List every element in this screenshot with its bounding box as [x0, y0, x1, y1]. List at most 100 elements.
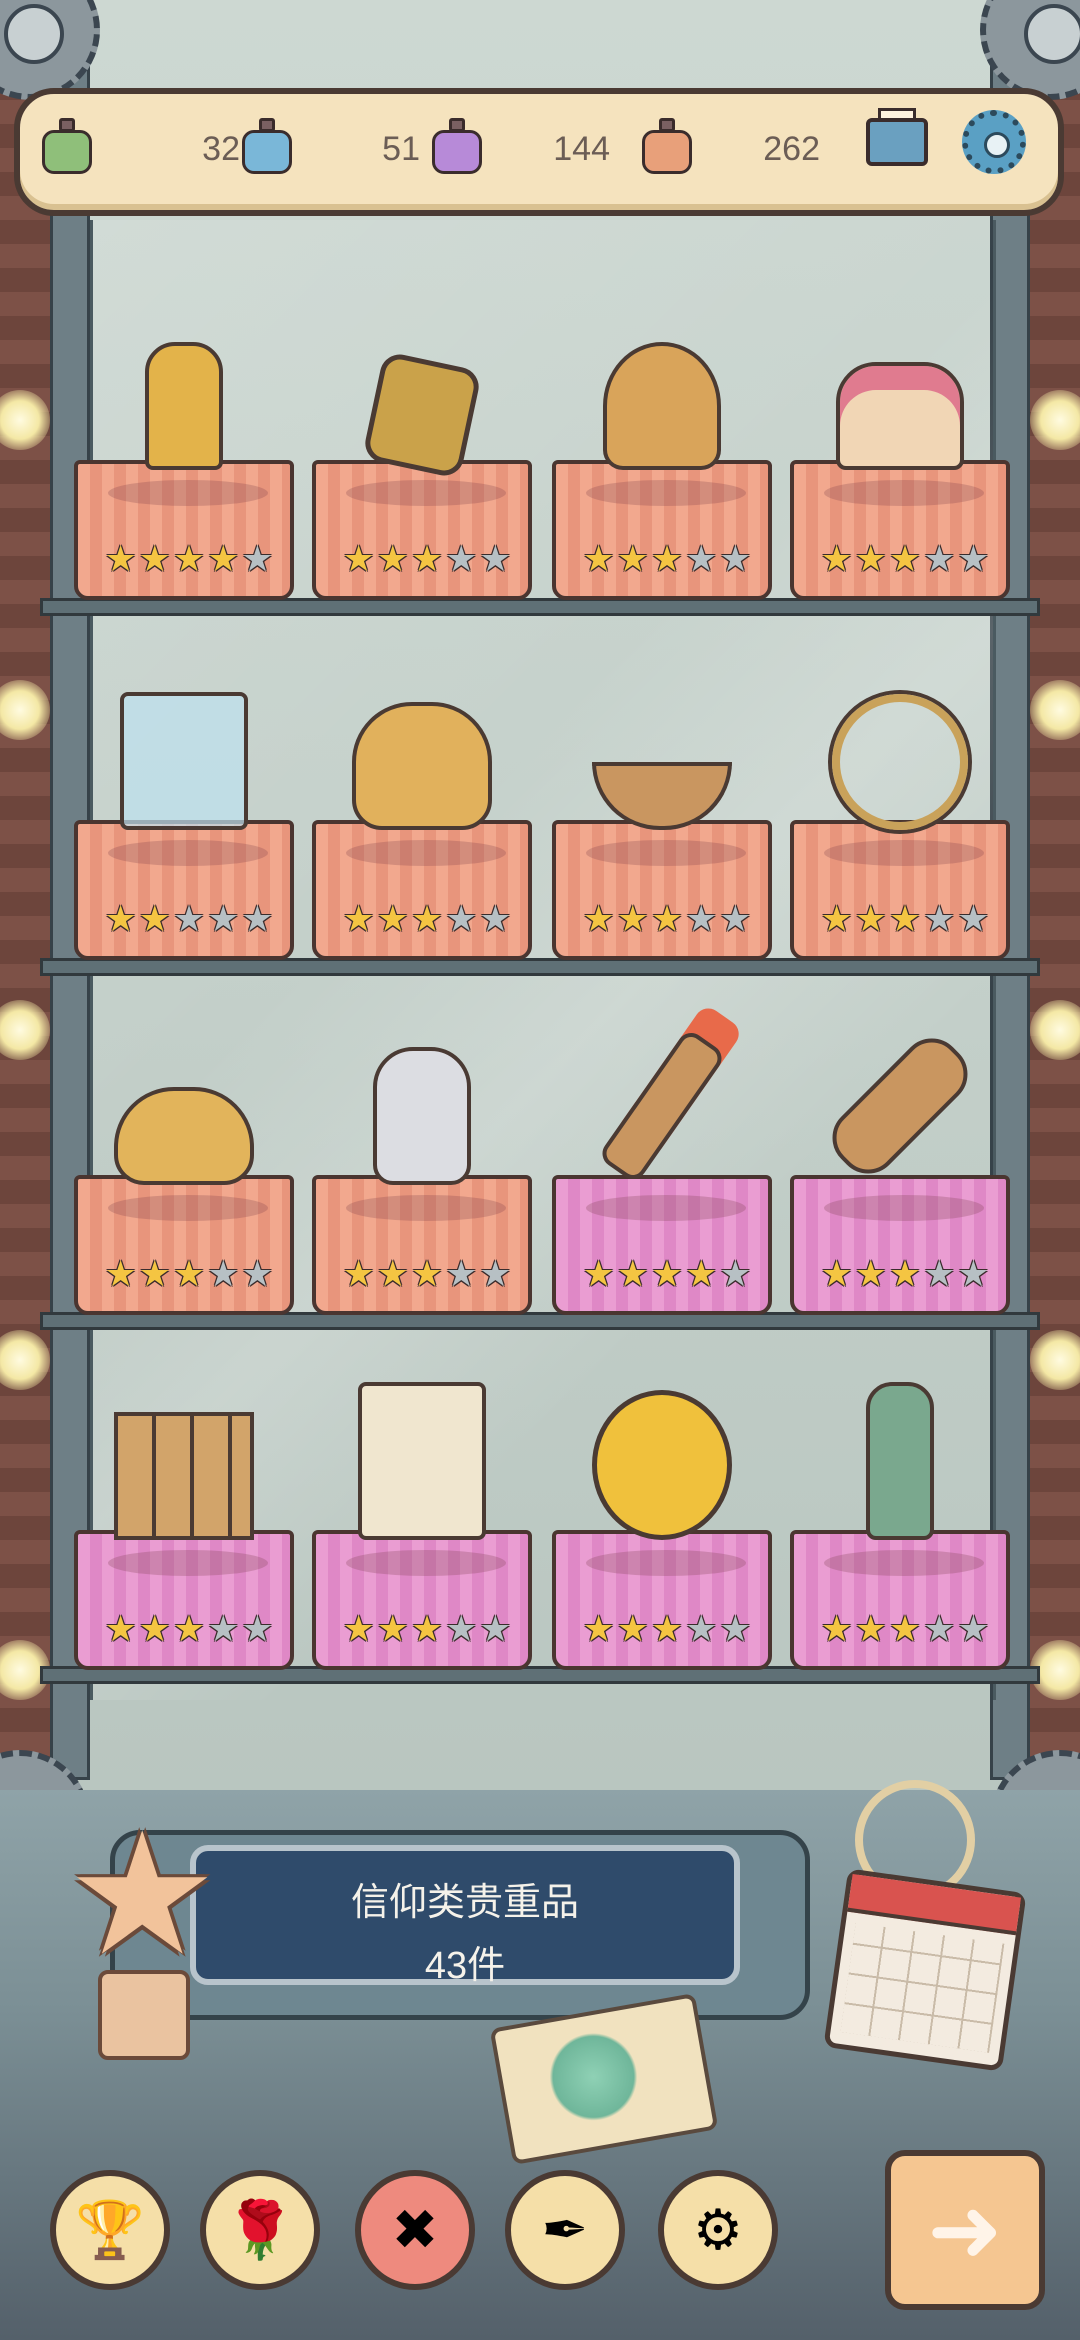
star-filled-icon: ★	[820, 1253, 853, 1294]
relic-slot[interactable]: ★ ★ ★ ★ ★	[552, 1390, 772, 1710]
star-filled-icon: ★	[342, 1608, 375, 1649]
relic-slot[interactable]: ★ ★ ★ ★ ★	[312, 340, 532, 640]
star-filled-icon: ★	[616, 898, 649, 939]
star-empty-icon: ★	[445, 1608, 478, 1649]
relic-slot[interactable]: ★ ★ ★ ★ ★	[790, 1026, 1010, 1355]
star-filled-icon: ★	[582, 1253, 615, 1294]
star-empty-icon: ★	[685, 538, 718, 579]
mummy-sarcophagus-icon	[820, 1026, 980, 1186]
trophy-icon: 🏆	[75, 2198, 145, 2261]
item-count: 43件	[424, 1945, 506, 1987]
nav-button-quill-scroll[interactable]: ✒	[505, 2170, 625, 2290]
relic-slot[interactable]: ★ ★ ★ ★ ★	[74, 1055, 294, 1355]
star-rating: ★ ★ ★ ★ ★	[104, 538, 274, 582]
shelf-cloth: ★ ★ ★ ★ ★	[74, 820, 294, 960]
star-filled-icon: ★	[854, 538, 887, 579]
shelf-cloth: ★ ★ ★ ★ ★	[74, 1530, 294, 1670]
shelf-cloth: ★ ★ ★ ★ ★	[790, 1175, 1010, 1315]
chained-lantern-icon	[352, 320, 492, 480]
star-filled-icon: ★	[376, 898, 409, 939]
calendar-icon[interactable]	[823, 1868, 1027, 2072]
relic-slot[interactable]: ★ ★ ★ ★ ★	[74, 1410, 294, 1710]
cake-relic-icon	[830, 320, 970, 470]
relic-slot[interactable]: ★ ★ ★ ★ ★	[312, 1382, 532, 1710]
star-rating: ★ ★ ★ ★ ★	[342, 1608, 512, 1652]
star-rating: ★ ★ ★ ★ ★	[820, 538, 990, 582]
shelf-cloth: ★ ★ ★ ★ ★	[312, 1530, 532, 1670]
nav-button-trophy[interactable]: 🏆	[50, 2170, 170, 2290]
relic-slot[interactable]: ★ ★ ★ ★ ★	[312, 1047, 532, 1355]
shelf-cloth: ★ ★ ★ ★ ★	[552, 820, 772, 960]
shelf-cloth: ★ ★ ★ ★ ★	[74, 1175, 294, 1315]
blue-potion-icon	[240, 118, 294, 178]
star-filled-icon: ★	[410, 538, 444, 579]
star-rating: ★ ★ ★ ★ ★	[342, 898, 512, 942]
star-filled-icon: ★	[104, 1253, 137, 1294]
star-empty-icon: ★	[479, 1253, 512, 1294]
star-empty-icon: ★	[445, 1253, 478, 1294]
resource-value: 262	[763, 130, 820, 168]
star-empty-icon: ★	[719, 1608, 752, 1649]
next-button[interactable]: ➜	[885, 2150, 1045, 2310]
mechanical-scarab-icon	[114, 1035, 254, 1185]
nav-button-cross[interactable]: ✖	[355, 2170, 475, 2290]
star-filled-icon: ★	[888, 898, 922, 939]
relic-slot[interactable]: ★ ★ ★ ★ ★	[552, 700, 772, 1000]
cross-icon: ✖	[391, 2198, 439, 2261]
purple-potion-icon	[430, 118, 484, 178]
relic-slot[interactable]: ★ ★ ★ ★ ★	[552, 340, 772, 640]
gear-icon[interactable]	[958, 106, 1032, 180]
relic-slot[interactable]: ★ ★ ★ ★ ★	[552, 1027, 772, 1355]
shelf-cloth: ★ ★ ★ ★ ★	[790, 820, 1010, 960]
star-empty-icon: ★	[719, 1253, 752, 1294]
star-empty-icon: ★	[957, 538, 990, 579]
shelf-cloth: ★ ★ ★ ★ ★	[74, 460, 294, 600]
bread-basket-icon	[352, 680, 492, 830]
category-title: 信仰类贵重品	[350, 1882, 579, 1924]
star-filled-icon: ★	[104, 898, 137, 939]
star-filled-icon: ★	[172, 538, 206, 579]
star-rating: ★ ★ ★ ★ ★	[104, 1253, 274, 1297]
relic-slot[interactable]: ★ ★ ★ ★ ★	[790, 1382, 1010, 1710]
sacred-scroll-icon	[352, 1382, 492, 1540]
star-empty-icon: ★	[685, 1608, 718, 1649]
resource-value: 32	[202, 130, 240, 168]
star-rating: ★ ★ ★ ★ ★	[820, 1253, 990, 1297]
star-empty-icon: ★	[241, 538, 274, 579]
mail-icon[interactable]	[860, 106, 934, 180]
star-empty-icon: ★	[241, 1608, 274, 1649]
star-filled-icon: ★	[685, 1253, 718, 1294]
star-filled-icon: ★	[616, 538, 649, 579]
star-empty-icon: ★	[207, 1608, 240, 1649]
shelf-cloth: ★ ★ ★ ★ ★	[790, 1530, 1010, 1670]
star-filled-icon: ★	[820, 1608, 853, 1649]
relic-slot[interactable]: ★ ★ ★ ★ ★	[312, 700, 532, 1000]
shelf-cloth: ★ ★ ★ ★ ★	[552, 1530, 772, 1670]
star-filled-icon: ★	[410, 1608, 444, 1649]
relic-slot[interactable]: ★ ★ ★ ★ ★	[790, 694, 1010, 1000]
relic-slot[interactable]: ★ ★ ★ ★ ★	[790, 340, 1010, 640]
star-empty-icon: ★	[207, 1253, 240, 1294]
star-filled-icon: ★	[582, 898, 615, 939]
quill-scroll-icon: ✒	[541, 2198, 589, 2261]
star-rating: ★ ★ ★ ★ ★	[582, 898, 752, 942]
wooden-boat-icon	[592, 680, 732, 830]
nav-button-gear[interactable]: ⚙	[658, 2170, 778, 2290]
star-empty-icon: ★	[957, 1608, 990, 1649]
star-filled-icon: ★	[888, 1253, 922, 1294]
star-empty-icon: ★	[445, 898, 478, 939]
wooden-tablets-icon	[114, 1390, 254, 1540]
flaming-scepter-icon	[592, 1027, 732, 1185]
relic-slot[interactable]: ★ ★ ★ ★ ★	[74, 340, 294, 640]
nav-button-rose[interactable]: 🌹	[200, 2170, 320, 2290]
three-faced-bust-icon	[592, 320, 732, 470]
star-filled-icon: ★	[650, 538, 684, 579]
relic-slot[interactable]: ★ ★ ★ ★ ★	[74, 692, 294, 1000]
star-empty-icon: ★	[172, 898, 206, 939]
star-filled-icon: ★	[616, 1253, 649, 1294]
star-trophy-icon[interactable]: ★	[62, 1810, 222, 2070]
star-empty-icon: ★	[241, 898, 274, 939]
star-rating: ★ ★ ★ ★ ★	[582, 538, 752, 582]
star-filled-icon: ★	[820, 898, 853, 939]
star-filled-icon: ★	[650, 1253, 684, 1294]
